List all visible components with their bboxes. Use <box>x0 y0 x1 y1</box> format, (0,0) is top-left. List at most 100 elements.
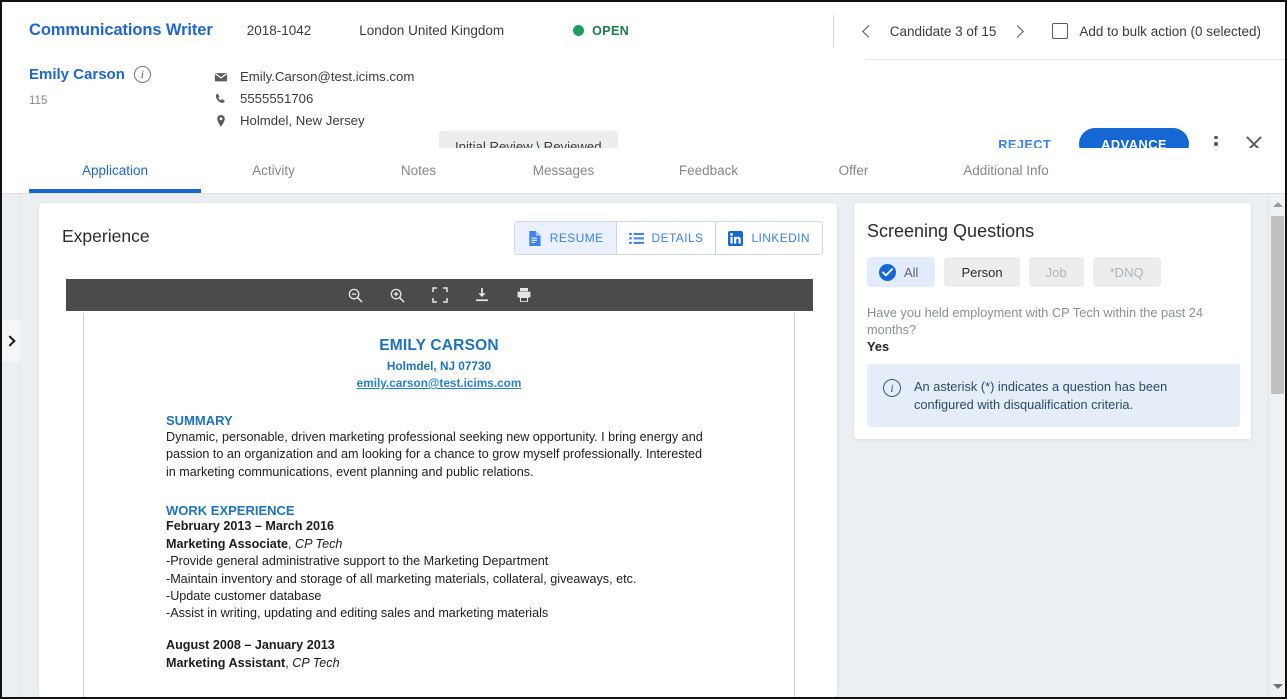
bulk-action-label: Add to bulk action (0 selected) <box>1079 24 1261 39</box>
scrollbar-thumb[interactable] <box>1271 216 1284 394</box>
job-title[interactable]: Communications Writer <box>29 21 213 40</box>
bulk-action-toggle[interactable]: Add to bulk action (0 selected) <box>1052 23 1261 39</box>
job-location: London United Kingdom <box>359 23 504 38</box>
resume-job-bullet: -Assist in writing, updating and editing… <box>166 605 712 622</box>
tab-activity[interactable]: Activity <box>201 148 346 193</box>
screening-panel-title: Screening Questions <box>867 221 1251 242</box>
bulk-action-checkbox[interactable] <box>1052 23 1068 39</box>
tab-notes[interactable]: Notes <box>346 148 491 193</box>
resume-job-dates: February 2013 – March 2016 <box>166 518 712 535</box>
pdf-viewer-toolbar <box>66 279 813 311</box>
left-rail <box>2 194 20 697</box>
resume-job-dates: August 2008 – January 2013 <box>166 637 712 654</box>
resume-email-link[interactable]: emily.carson@test.icims.com <box>166 376 712 390</box>
panel-title: Experience <box>62 226 150 247</box>
vertical-scrollbar[interactable] <box>1268 194 1285 697</box>
tab-messages[interactable]: Messages <box>491 148 636 193</box>
candidate-name[interactable]: Emily Carson <box>29 66 125 83</box>
zoom-in-icon[interactable] <box>388 285 408 305</box>
filter-chip-person-label: Person <box>961 265 1002 280</box>
resume-work-heading: WORK EXPERIENCE <box>166 503 712 518</box>
candidate-email[interactable]: Emily.Carson@test.icims.com <box>240 69 414 84</box>
chevron-left-icon <box>862 25 875 38</box>
resume-job-bullet: -Update customer database <box>166 588 712 605</box>
experience-panel: Experience RESUME DETAILS <box>38 202 838 698</box>
resume-job-role: Marketing Assistant <box>166 656 285 670</box>
tab-additional-info[interactable]: Additional Info <box>926 148 1086 193</box>
view-linkedin-label: LINKEDIN <box>751 231 810 245</box>
tab-feedback[interactable]: Feedback <box>636 148 781 193</box>
candidate-id: 115 <box>29 95 151 107</box>
scroll-down-arrow-icon[interactable] <box>1269 678 1286 695</box>
filter-chip-person[interactable]: Person <box>944 257 1019 287</box>
candidate-address: Holmdel, New Jersey <box>240 113 365 128</box>
screening-questions-panel: Screening Questions All Person Job *DNQ <box>853 202 1252 440</box>
resume-job-bullet: -Maintain inventory and storage of all m… <box>166 571 712 588</box>
candidate-summary-row: Emily Carson i 115 Emily.Carson@test.ici… <box>2 59 1285 148</box>
screening-answer-text: Yes <box>867 339 1238 354</box>
previous-candidate-button[interactable] <box>856 17 878 45</box>
status-dot-icon <box>573 25 584 36</box>
filter-chip-all-label: All <box>904 265 918 280</box>
chevron-right-icon <box>4 335 15 346</box>
resume-job-entry: February 2013 – March 2016 Marketing Ass… <box>166 518 712 623</box>
info-icon[interactable]: i <box>134 66 151 83</box>
view-resume-button[interactable]: RESUME <box>515 222 617 254</box>
phone-icon <box>214 92 228 106</box>
chevron-right-icon <box>1012 25 1025 38</box>
nav-divider <box>833 15 834 47</box>
candidate-profile-window: Communications Writer 2018-1042 London U… <box>0 0 1287 699</box>
resume-job-titleline: Marketing Assistant, CP Tech <box>166 654 712 672</box>
contact-phone-line: 5555551706 <box>214 91 414 106</box>
profile-body: Experience RESUME DETAILS <box>2 194 1285 697</box>
filter-chip-all[interactable]: All <box>867 257 935 287</box>
document-icon <box>527 231 542 246</box>
screening-note-banner: i An asterisk (*) indicates a question h… <box>867 364 1240 427</box>
candidate-phone[interactable]: 5555551706 <box>240 91 313 106</box>
print-icon[interactable] <box>514 285 534 305</box>
resume-job-titleline: Marketing Associate, CP Tech <box>166 535 712 553</box>
screening-filter-chips: All Person Job *DNQ <box>867 257 1251 287</box>
candidate-counter-label: Candidate 3 of 15 <box>890 24 997 39</box>
resume-job-company: CP Tech <box>292 656 339 670</box>
resume-summary-text: Dynamic, personable, driven marketing pr… <box>166 429 712 481</box>
job-requisition-id: 2018-1042 <box>247 23 312 38</box>
view-resume-label: RESUME <box>550 231 604 245</box>
candidate-contact-info: Emily.Carson@test.icims.com 5555551706 H… <box>214 69 414 128</box>
map-pin-icon <box>214 114 228 128</box>
resume-job-bullet: -Provide general administrative support … <box>166 553 712 570</box>
view-details-button[interactable]: DETAILS <box>617 222 717 254</box>
linkedin-icon <box>728 231 743 246</box>
envelope-icon <box>214 70 228 84</box>
list-icon <box>629 231 644 246</box>
view-linkedin-button[interactable]: LINKEDIN <box>716 222 822 254</box>
screening-question-text: Have you held employment with CP Tech wi… <box>867 304 1238 338</box>
filter-chip-job: Job <box>1029 257 1084 287</box>
job-status-badge: OPEN <box>573 24 629 38</box>
resume-document-page: EMILY CARSON Holmdel, NJ 07730 emily.car… <box>83 313 795 698</box>
fit-screen-icon[interactable] <box>430 285 450 305</box>
resume-job-company: CP Tech <box>295 537 342 551</box>
resume-candidate-name: EMILY CARSON <box>166 337 712 355</box>
profile-tabs: Application Activity Notes Messages Feed… <box>2 148 1285 194</box>
screening-note-text: An asterisk (*) indicates a question has… <box>914 378 1226 413</box>
job-status-label: OPEN <box>592 24 629 38</box>
filter-chip-dnq: *DNQ <box>1093 257 1161 287</box>
contact-address-line: Holmdel, New Jersey <box>214 113 414 128</box>
contact-email-line: Emily.Carson@test.icims.com <box>214 69 414 84</box>
experience-panel-header: Experience RESUME DETAILS <box>39 203 837 269</box>
resume-address: Holmdel, NJ 07730 <box>166 359 712 373</box>
resume-summary-heading: SUMMARY <box>166 413 712 428</box>
download-icon[interactable] <box>472 285 492 305</box>
candidate-identity: Emily Carson i 115 <box>29 66 151 107</box>
tab-offer[interactable]: Offer <box>781 148 926 193</box>
next-candidate-button[interactable] <box>1008 17 1030 45</box>
filter-chip-job-label: Job <box>1046 265 1067 280</box>
tab-application[interactable]: Application <box>29 148 201 193</box>
resume-job-entry: August 2008 – January 2013 Marketing Ass… <box>166 637 712 673</box>
expand-sidebar-button[interactable] <box>2 320 20 362</box>
zoom-out-icon[interactable] <box>346 285 366 305</box>
filter-chip-dnq-label: *DNQ <box>1110 265 1144 280</box>
check-circle-icon <box>879 264 896 281</box>
scroll-up-arrow-icon[interactable] <box>1269 196 1286 213</box>
